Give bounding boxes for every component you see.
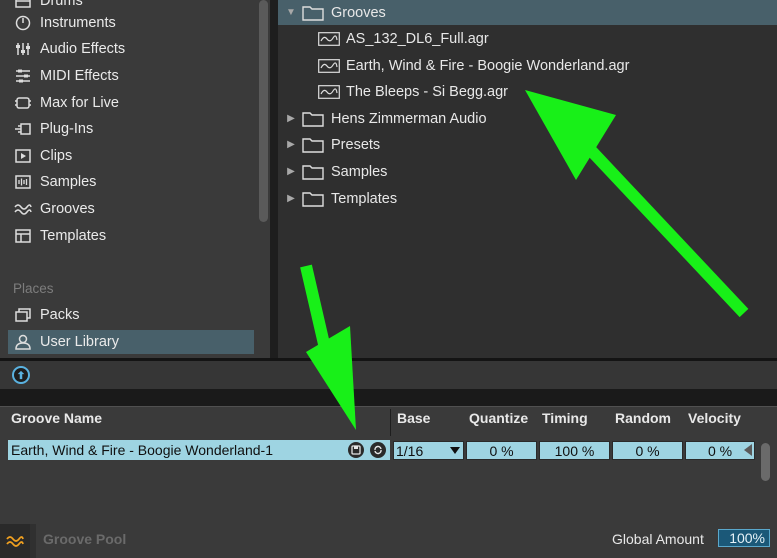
groove-file-icon (318, 58, 340, 73)
groove-pool-toggle-button[interactable] (0, 524, 30, 558)
sidebar-item-label: Samples (40, 174, 97, 190)
browser-folder-samples[interactable]: ▶ Samples (278, 159, 777, 184)
browser-row-label: Hens Zimmerman Audio (331, 110, 487, 127)
sidebar-item-label: MIDI Effects (40, 68, 119, 84)
browser-file-the-bleeps[interactable]: The Bleeps - Si Begg.agr (278, 79, 777, 104)
sidebar-item-plugins[interactable]: Plug-Ins (8, 117, 254, 141)
column-header-base: Base (397, 410, 431, 426)
audio-effects-icon (12, 41, 34, 57)
sidebar-item-label: Max for Live (40, 95, 119, 111)
sidebar-scrollbar[interactable] (259, 0, 268, 222)
base-value: 1/16 (396, 442, 424, 459)
random-field[interactable]: 0 % (612, 441, 683, 460)
browser-folder-templates[interactable]: ▶ Templates (278, 186, 777, 211)
velocity-arrow-icon (744, 444, 752, 456)
commit-icon (374, 445, 382, 455)
samples-icon (12, 174, 34, 190)
browser-content: ▼ Grooves AS_132_DL6_Full.agr Earth, Win… (278, 0, 777, 358)
sidebar-item-max-for-live[interactable]: Max for Live (8, 91, 254, 115)
browser-folder-presets[interactable]: ▶ Presets (278, 132, 777, 157)
browser-bottom-bar (0, 361, 777, 389)
hot-swap-icon (17, 370, 25, 380)
quantize-field[interactable]: 0 % (466, 441, 537, 460)
sidebar-item-instruments[interactable]: Instruments (8, 11, 254, 35)
hot-swap-button[interactable] (12, 366, 30, 384)
column-header-timing: Timing (542, 410, 588, 426)
folder-icon (302, 137, 324, 153)
sidebar-item-clips[interactable]: Clips (8, 144, 254, 168)
sidebar-item-label: Plug-Ins (40, 121, 94, 137)
column-divider[interactable] (390, 409, 391, 436)
folder-icon (302, 5, 324, 21)
expanded-triangle-icon[interactable]: ▼ (284, 7, 298, 18)
browser-folder-hens-zimmerman[interactable]: ▶ Hens Zimmerman Audio (278, 106, 777, 131)
grooves-icon (12, 201, 34, 217)
browser-row-label: Grooves (331, 4, 386, 21)
templates-icon (12, 228, 34, 244)
drums-icon (12, 0, 34, 9)
folder-icon (302, 164, 324, 180)
sidebar-item-samples[interactable]: Samples (8, 170, 254, 194)
folder-icon (302, 191, 324, 207)
plugins-icon (12, 121, 34, 137)
browser-row-label: The Bleeps - Si Begg.agr (346, 83, 509, 100)
browser-row-label: Samples (331, 163, 388, 180)
groove-file-icon (318, 84, 340, 99)
sidebar-item-label: Grooves (40, 201, 95, 217)
sidebar-item-label: User Library (40, 334, 119, 350)
folder-icon (302, 111, 324, 127)
global-amount-label: Global Amount (612, 531, 704, 547)
sidebar-item-label: Clips (40, 148, 73, 164)
sidebar-item-user-library[interactable]: User Library (8, 330, 254, 354)
browser-row-label: AS_132_DL6_Full.agr (346, 30, 489, 47)
user-library-icon (12, 334, 34, 350)
global-amount-slider[interactable]: 100% (718, 529, 770, 547)
sidebar-item-templates[interactable]: Templates (8, 224, 254, 248)
save-icon (351, 445, 361, 455)
timing-field[interactable]: 100 % (539, 441, 610, 460)
sidebar-item-label: Audio Effects (40, 41, 126, 57)
browser-file-as-132[interactable]: AS_132_DL6_Full.agr (278, 26, 777, 51)
browser-row-label: Templates (331, 190, 398, 207)
instruments-icon (12, 15, 34, 31)
sidebar-item-label: Drums (40, 0, 83, 9)
groove-name[interactable]: Earth, Wind & Fire - Boogie Wonderland-1 (11, 442, 273, 458)
collapsed-triangle-icon[interactable]: ▶ (284, 113, 298, 124)
browser-row-label: Earth, Wind & Fire - Boogie Wonderland.a… (346, 57, 630, 74)
packs-icon (12, 307, 34, 323)
sidebar-item-grooves[interactable]: Grooves (8, 197, 254, 221)
column-header-groove-name: Groove Name (11, 410, 103, 426)
column-header-random: Random (615, 410, 671, 426)
sidebar-item-packs[interactable]: Packs (8, 303, 254, 327)
collapsed-triangle-icon[interactable]: ▶ (284, 166, 298, 177)
sidebar-item-label: Instruments (40, 15, 116, 31)
column-header-velocity: Velocity (688, 410, 741, 426)
panel-divider (0, 389, 777, 406)
browser-folder-grooves[interactable]: ▼ Grooves (278, 0, 777, 25)
save-groove-button[interactable] (348, 442, 364, 458)
sidebar-item-label: Packs (40, 307, 80, 323)
sidebar-item-audio-effects[interactable]: Audio Effects (8, 37, 254, 61)
max-for-live-icon (12, 95, 34, 111)
commit-groove-button[interactable] (370, 442, 386, 458)
places-heading: Places (13, 281, 54, 296)
collapsed-triangle-icon[interactable]: ▶ (284, 193, 298, 204)
base-dropdown[interactable]: 1/16 (393, 441, 464, 460)
browser-sidebar: Drums Instruments Audio Effects MIDI Eff… (0, 0, 270, 358)
sidebar-item-midi-effects[interactable]: MIDI Effects (8, 64, 254, 88)
browser-file-boogie-wonderland[interactable]: Earth, Wind & Fire - Boogie Wonderland.a… (278, 53, 777, 78)
groove-file-icon (318, 31, 340, 46)
dropdown-arrow-icon (450, 447, 460, 454)
clips-icon (12, 148, 34, 164)
column-header-quantize: Quantize (469, 410, 529, 426)
groove-pool-scrollbar[interactable] (761, 443, 770, 481)
grooves-icon (6, 536, 24, 547)
groove-row[interactable]: Earth, Wind & Fire - Boogie Wonderland-1 (8, 440, 390, 460)
groove-pool-title: Groove Pool (43, 531, 127, 547)
midi-effects-icon (12, 68, 34, 84)
collapsed-triangle-icon[interactable]: ▶ (284, 139, 298, 150)
browser-row-label: Presets (331, 136, 381, 153)
sidebar-item-label: Templates (40, 228, 107, 244)
